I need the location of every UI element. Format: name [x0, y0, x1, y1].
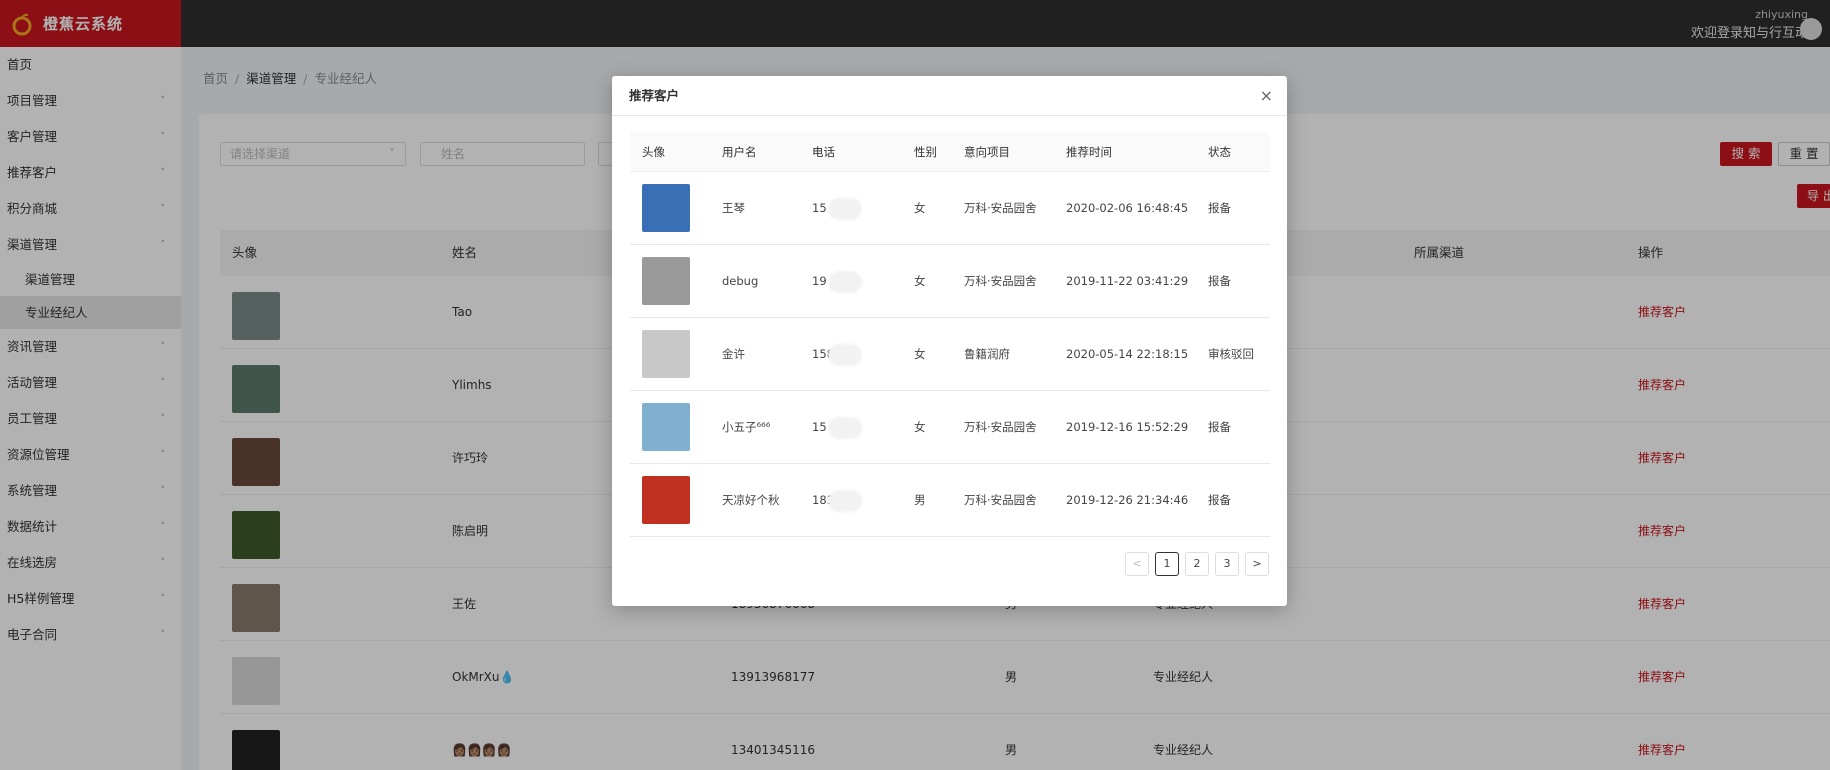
page-3-button[interactable]: 3: [1215, 552, 1239, 576]
cell-status: 报备: [1208, 274, 1231, 288]
header-avatar: 头像: [642, 145, 665, 159]
cell-username: 金许: [722, 347, 745, 361]
cell-username: 小五子⁶⁶⁶: [722, 420, 771, 434]
avatar: [642, 184, 690, 232]
cell-gender: 女: [914, 201, 926, 215]
cell-project: 万科·安品园舍: [964, 201, 1037, 215]
page-1-button[interactable]: 1: [1155, 552, 1179, 576]
phone-mask: [828, 344, 862, 366]
phone-mask: [828, 490, 862, 512]
avatar: [642, 403, 690, 451]
recommend-customer-modal: 推荐客户 × 头像 用户名 电话 性别 意向项目 推荐时间 状态 王琴15 03…: [612, 76, 1287, 606]
header-username: 用户名: [722, 145, 757, 159]
list-item: 天凉好个秋183 598男万科·安品园舍2019-12-26 21:34:46报…: [630, 464, 1270, 537]
cell-username: 王琴: [722, 201, 745, 215]
cell-time: 2019-11-22 03:41:29: [1066, 274, 1189, 288]
avatar: [642, 257, 690, 305]
cell-time: 2020-05-14 22:18:15: [1066, 347, 1189, 361]
cell-status: 报备: [1208, 420, 1231, 434]
list-item: 金许158 362女鲁籍润府2020-05-14 22:18:15审核驳回: [630, 318, 1270, 391]
cell-time: 2020-02-06 16:48:45: [1066, 201, 1189, 215]
modal-header: 推荐客户 ×: [612, 76, 1287, 116]
page-2-button[interactable]: 2: [1185, 552, 1209, 576]
list-item: debug19 2048女万科·安品园舍2019-11-22 03:41:29报…: [630, 245, 1270, 318]
avatar: [642, 476, 690, 524]
cell-time: 2019-12-26 21:34:46: [1066, 493, 1189, 507]
cell-time: 2019-12-16 15:52:29: [1066, 420, 1189, 434]
header-gender: 性别: [914, 145, 937, 159]
phone-mask: [828, 271, 862, 293]
header-time: 推荐时间: [1066, 145, 1112, 159]
cell-username: debug: [722, 274, 759, 288]
header-project: 意向项目: [964, 145, 1010, 159]
modal-title: 推荐客户: [629, 88, 680, 103]
cell-gender: 女: [914, 347, 926, 361]
prev-page-button[interactable]: <: [1125, 552, 1149, 576]
list-item: 小五子⁶⁶⁶15 7773女万科·安品园舍2019-12-16 15:52:29…: [630, 391, 1270, 464]
phone-mask: [828, 198, 862, 220]
cell-status: 报备: [1208, 201, 1231, 215]
header-status: 状态: [1208, 145, 1231, 159]
cell-project: 鲁籍润府: [964, 347, 1010, 361]
header-phone: 电话: [812, 145, 835, 159]
next-page-button[interactable]: >: [1245, 552, 1269, 576]
cell-gender: 女: [914, 274, 926, 288]
pagination: < 1 2 3 >: [1125, 552, 1269, 576]
cell-username: 天凉好个秋: [722, 493, 780, 507]
cell-project: 万科·安品园舍: [964, 493, 1037, 507]
customer-table: 头像 用户名 电话 性别 意向项目 推荐时间 状态 王琴15 0361女万科·安…: [630, 132, 1270, 537]
cell-gender: 女: [914, 420, 926, 434]
phone-mask: [828, 417, 862, 439]
avatar: [642, 330, 690, 378]
cell-project: 万科·安品园舍: [964, 274, 1037, 288]
cell-gender: 男: [914, 493, 926, 507]
list-item: 王琴15 0361女万科·安品园舍2020-02-06 16:48:45报备: [630, 172, 1270, 245]
table-header: 头像 用户名 电话 性别 意向项目 推荐时间 状态: [630, 132, 1270, 172]
close-icon[interactable]: ×: [1260, 76, 1273, 116]
cell-status: 审核驳回: [1208, 347, 1254, 361]
cell-project: 万科·安品园舍: [964, 420, 1037, 434]
cell-status: 报备: [1208, 493, 1231, 507]
